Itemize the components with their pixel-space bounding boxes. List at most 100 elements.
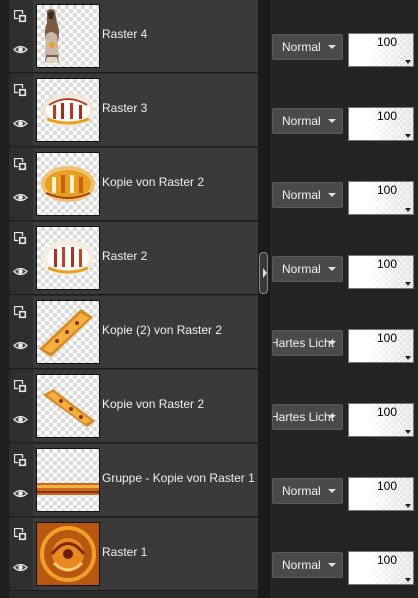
chevron-down-icon	[328, 415, 336, 419]
eye-icon[interactable]	[13, 118, 28, 129]
layer-name[interactable]: Gruppe - Kopie von Raster 1	[102, 444, 255, 516]
opacity-field[interactable]: 100	[348, 107, 414, 141]
spin-down-icon[interactable]	[405, 282, 411, 286]
blend-mode-value: Normal	[282, 188, 321, 202]
blend-mode-value: Hartes Licht	[272, 336, 335, 350]
layer-type-icon[interactable]	[14, 454, 27, 467]
layer-properties-row: Normal 100	[270, 456, 418, 530]
opacity-value: 100	[377, 553, 398, 567]
layer-properties-row: Normal 100	[270, 160, 418, 234]
opacity-field[interactable]: 100	[348, 329, 414, 363]
blend-mode-value: Hartes Licht	[272, 410, 335, 424]
blend-mode-value: Normal	[282, 484, 321, 498]
blend-mode-dropdown[interactable]: Normal	[272, 34, 343, 60]
layer-icons	[9, 370, 33, 442]
spin-down-icon[interactable]	[405, 208, 411, 212]
layer-thumbnail	[36, 152, 100, 216]
layer-icons	[9, 0, 33, 72]
layer-thumbnail	[36, 522, 100, 586]
layer-type-icon[interactable]	[14, 10, 27, 23]
spin-down-icon[interactable]	[405, 134, 411, 138]
layer-type-icon[interactable]	[14, 306, 27, 319]
layer-name[interactable]: Kopie von Raster 2	[102, 370, 204, 442]
eye-icon[interactable]	[13, 192, 28, 203]
opacity-field[interactable]: 100	[348, 551, 414, 585]
layer-row-raster-2[interactable]: Raster 2	[9, 222, 258, 295]
chevron-down-icon	[328, 193, 336, 197]
layer-icons	[9, 74, 33, 146]
chevron-down-icon	[328, 563, 336, 567]
layer-name[interactable]: Kopie von Raster 2	[102, 148, 204, 220]
layer-thumbnail	[36, 4, 100, 68]
layer-name[interactable]: Kopie (2) von Raster 2	[102, 296, 222, 368]
layer-thumbnail	[36, 78, 100, 142]
opacity-value: 100	[377, 331, 398, 345]
layer-properties-row: Normal 100	[270, 234, 418, 308]
layer-thumbnail	[36, 226, 100, 290]
opacity-field[interactable]: 100	[348, 477, 414, 511]
collapse-panel-handle[interactable]	[259, 252, 268, 294]
spin-down-icon[interactable]	[405, 430, 411, 434]
layer-icons	[9, 444, 33, 516]
chevron-down-icon	[328, 489, 336, 493]
opacity-value: 100	[377, 257, 398, 271]
spin-down-icon[interactable]	[405, 504, 411, 508]
layer-name[interactable]: Raster 1	[102, 518, 147, 590]
layer-type-icon[interactable]	[14, 158, 27, 171]
layer-type-icon[interactable]	[14, 84, 27, 97]
blend-mode-dropdown[interactable]: Normal	[272, 552, 343, 578]
opacity-value: 100	[377, 183, 398, 197]
blend-mode-value: Normal	[282, 262, 321, 276]
layer-name[interactable]: Raster 3	[102, 74, 147, 146]
layer-properties-row: Hartes Licht 100	[270, 308, 418, 382]
eye-icon[interactable]	[13, 340, 28, 351]
chevron-down-icon	[328, 45, 336, 49]
layer-row-raster-4[interactable]: Raster 4	[9, 0, 258, 73]
eye-icon[interactable]	[13, 266, 28, 277]
blend-mode-dropdown[interactable]: Normal	[272, 478, 343, 504]
blend-mode-dropdown[interactable]: Hartes Licht	[272, 404, 343, 430]
layer-icons	[9, 518, 33, 590]
layer-properties-row: Normal 100	[270, 12, 418, 86]
layer-name[interactable]: Raster 4	[102, 0, 147, 72]
layer-icons	[9, 148, 33, 220]
blend-mode-dropdown[interactable]: Normal	[272, 256, 343, 282]
panel-splitter[interactable]	[258, 0, 270, 598]
opacity-value: 100	[377, 405, 398, 419]
opacity-field[interactable]: 100	[348, 255, 414, 289]
spin-down-icon[interactable]	[405, 356, 411, 360]
layer-row-raster-1[interactable]: Raster 1	[9, 518, 258, 591]
layer-type-icon[interactable]	[14, 232, 27, 245]
eye-icon[interactable]	[13, 44, 28, 55]
layer-thumbnail	[36, 374, 100, 438]
opacity-field[interactable]: 100	[348, 403, 414, 437]
layers-panel-edge	[0, 0, 9, 598]
layer-name[interactable]: Raster 2	[102, 222, 147, 294]
spin-down-icon[interactable]	[405, 60, 411, 64]
layer-properties-row: Hartes Licht 100	[270, 382, 418, 456]
eye-icon[interactable]	[13, 414, 28, 425]
layer-row-kopie-von-raster-2[interactable]: Kopie von Raster 2	[9, 148, 258, 221]
blend-mode-dropdown[interactable]: Normal	[272, 182, 343, 208]
eye-icon[interactable]	[13, 488, 28, 499]
opacity-value: 100	[377, 479, 398, 493]
eye-icon[interactable]	[13, 562, 28, 573]
layer-properties-row: Normal 100	[270, 86, 418, 160]
layer-row-raster-3[interactable]: Raster 3	[9, 74, 258, 147]
layer-thumbnail	[36, 300, 100, 364]
layer-icons	[9, 222, 33, 294]
layer-type-icon[interactable]	[14, 528, 27, 541]
layer-row-kopie-von-raster-2-b[interactable]: Kopie von Raster 2	[9, 370, 258, 443]
spin-down-icon[interactable]	[405, 578, 411, 582]
opacity-field[interactable]: 100	[348, 181, 414, 215]
layer-thumbnail	[36, 448, 100, 512]
blend-mode-dropdown[interactable]: Hartes Licht	[272, 330, 343, 356]
chevron-down-icon	[328, 341, 336, 345]
layer-icons	[9, 296, 33, 368]
layer-properties-row: Normal 100	[270, 530, 418, 598]
blend-mode-dropdown[interactable]: Normal	[272, 108, 343, 134]
layer-type-icon[interactable]	[14, 380, 27, 393]
opacity-field[interactable]: 100	[348, 33, 414, 67]
layer-row-gruppe-kopie-von-raster-1[interactable]: Gruppe - Kopie von Raster 1	[9, 444, 258, 517]
layer-row-kopie-2-von-raster-2[interactable]: Kopie (2) von Raster 2	[9, 296, 258, 369]
